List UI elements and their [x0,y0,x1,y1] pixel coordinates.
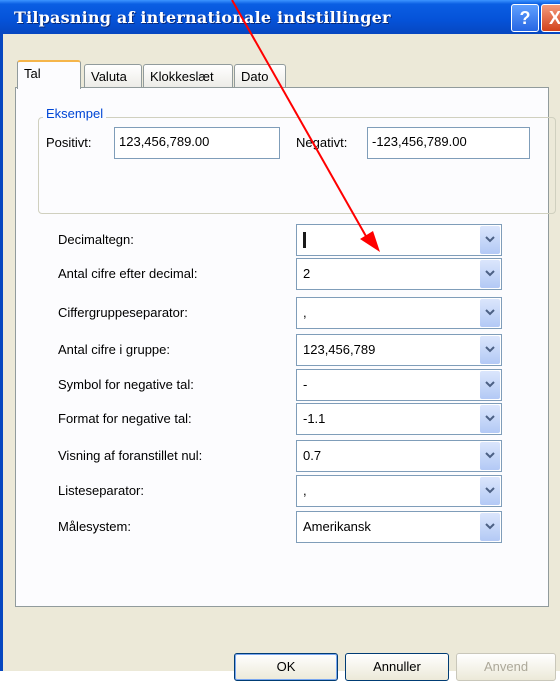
text-caret [303,232,306,248]
positive-example-value: 123,456,789.00 [119,134,210,149]
digit-grouping-dropdown[interactable]: 123,456,789 [296,334,502,366]
ok-button[interactable]: OK [234,653,338,681]
decimal-symbol-dropdown[interactable] [296,224,502,256]
digit-grouping-symbol-dropdown[interactable]: , [296,297,502,329]
close-button[interactable]: X [541,4,560,32]
combo-value: 0.7 [303,448,322,463]
chevron-down-icon[interactable] [480,371,500,399]
digits-after-decimal-label: Antal cifre efter decimal: [58,266,198,281]
example-group-label: Eksempel [43,106,107,121]
decimal-symbol-label: Decimaltegn: [58,232,134,247]
leading-zeros-label: Visning af foranstillet nul: [58,448,203,463]
apply-button[interactable]: Anvend [456,653,556,681]
combo-value: , [303,483,307,498]
tab-tal[interactable]: Tal [17,60,81,89]
title-bar: Tilpasning af internationale indstilling… [0,0,560,34]
help-button[interactable]: ? [511,4,539,32]
digit-grouping-symbol-label: Ciffergruppeseparator: [58,305,188,320]
measurement-system-dropdown[interactable]: Amerikansk [296,511,502,543]
digit-grouping-label: Antal cifre i gruppe: [58,342,171,357]
negative-label: Negativt: [296,135,348,150]
window-title: Tilpasning af internationale indstilling… [14,8,391,27]
leading-zeros-dropdown[interactable]: 0.7 [296,440,502,472]
digits-after-decimal-dropdown[interactable]: 2 [296,258,502,290]
tab-label: Tal [24,66,41,81]
help-icon: ? [519,8,531,28]
chevron-down-icon[interactable] [480,442,500,470]
list-separator-label: Listeseparator: [58,483,144,498]
positive-example-field: 123,456,789.00 [114,127,280,159]
chevron-down-icon[interactable] [480,405,500,433]
chevron-down-icon[interactable] [480,226,500,254]
combo-value: Amerikansk [303,519,371,534]
measurement-system-label: Målesystem: [58,519,131,534]
tab-label: Klokkeslæt [150,69,214,84]
chevron-down-icon[interactable] [480,299,500,327]
combo-value: , [303,305,307,320]
negative-example-field: -123,456,789.00 [367,127,530,159]
combo-value: 2 [303,266,311,281]
negative-number-format-label: Format for negative tal: [58,411,192,426]
chevron-down-icon[interactable] [480,260,500,288]
chevron-down-icon[interactable] [480,513,500,541]
positive-label: Positivt: [46,135,92,150]
tab-klokkeslaet[interactable]: Klokkeslæt [143,64,233,88]
negative-sign-symbol-dropdown[interactable]: - [296,369,502,401]
chevron-down-icon[interactable] [480,477,500,505]
cancel-button[interactable]: Annuller [345,653,449,681]
close-icon: X [548,8,560,28]
negative-example-value: -123,456,789.00 [372,134,467,149]
combo-value: - [303,377,308,392]
negative-sign-symbol-label: Symbol for negative tal: [58,377,194,392]
tab-valuta[interactable]: Valuta [84,64,142,88]
tab-label: Valuta [91,69,127,84]
list-separator-dropdown[interactable]: , [296,475,502,507]
chevron-down-icon[interactable] [480,336,500,364]
combo-value: -1.1 [303,411,326,426]
tab-dato[interactable]: Dato [234,64,286,88]
combo-value: 123,456,789 [303,342,376,357]
negative-number-format-dropdown[interactable]: -1.1 [296,403,502,435]
tab-label: Dato [241,69,269,84]
